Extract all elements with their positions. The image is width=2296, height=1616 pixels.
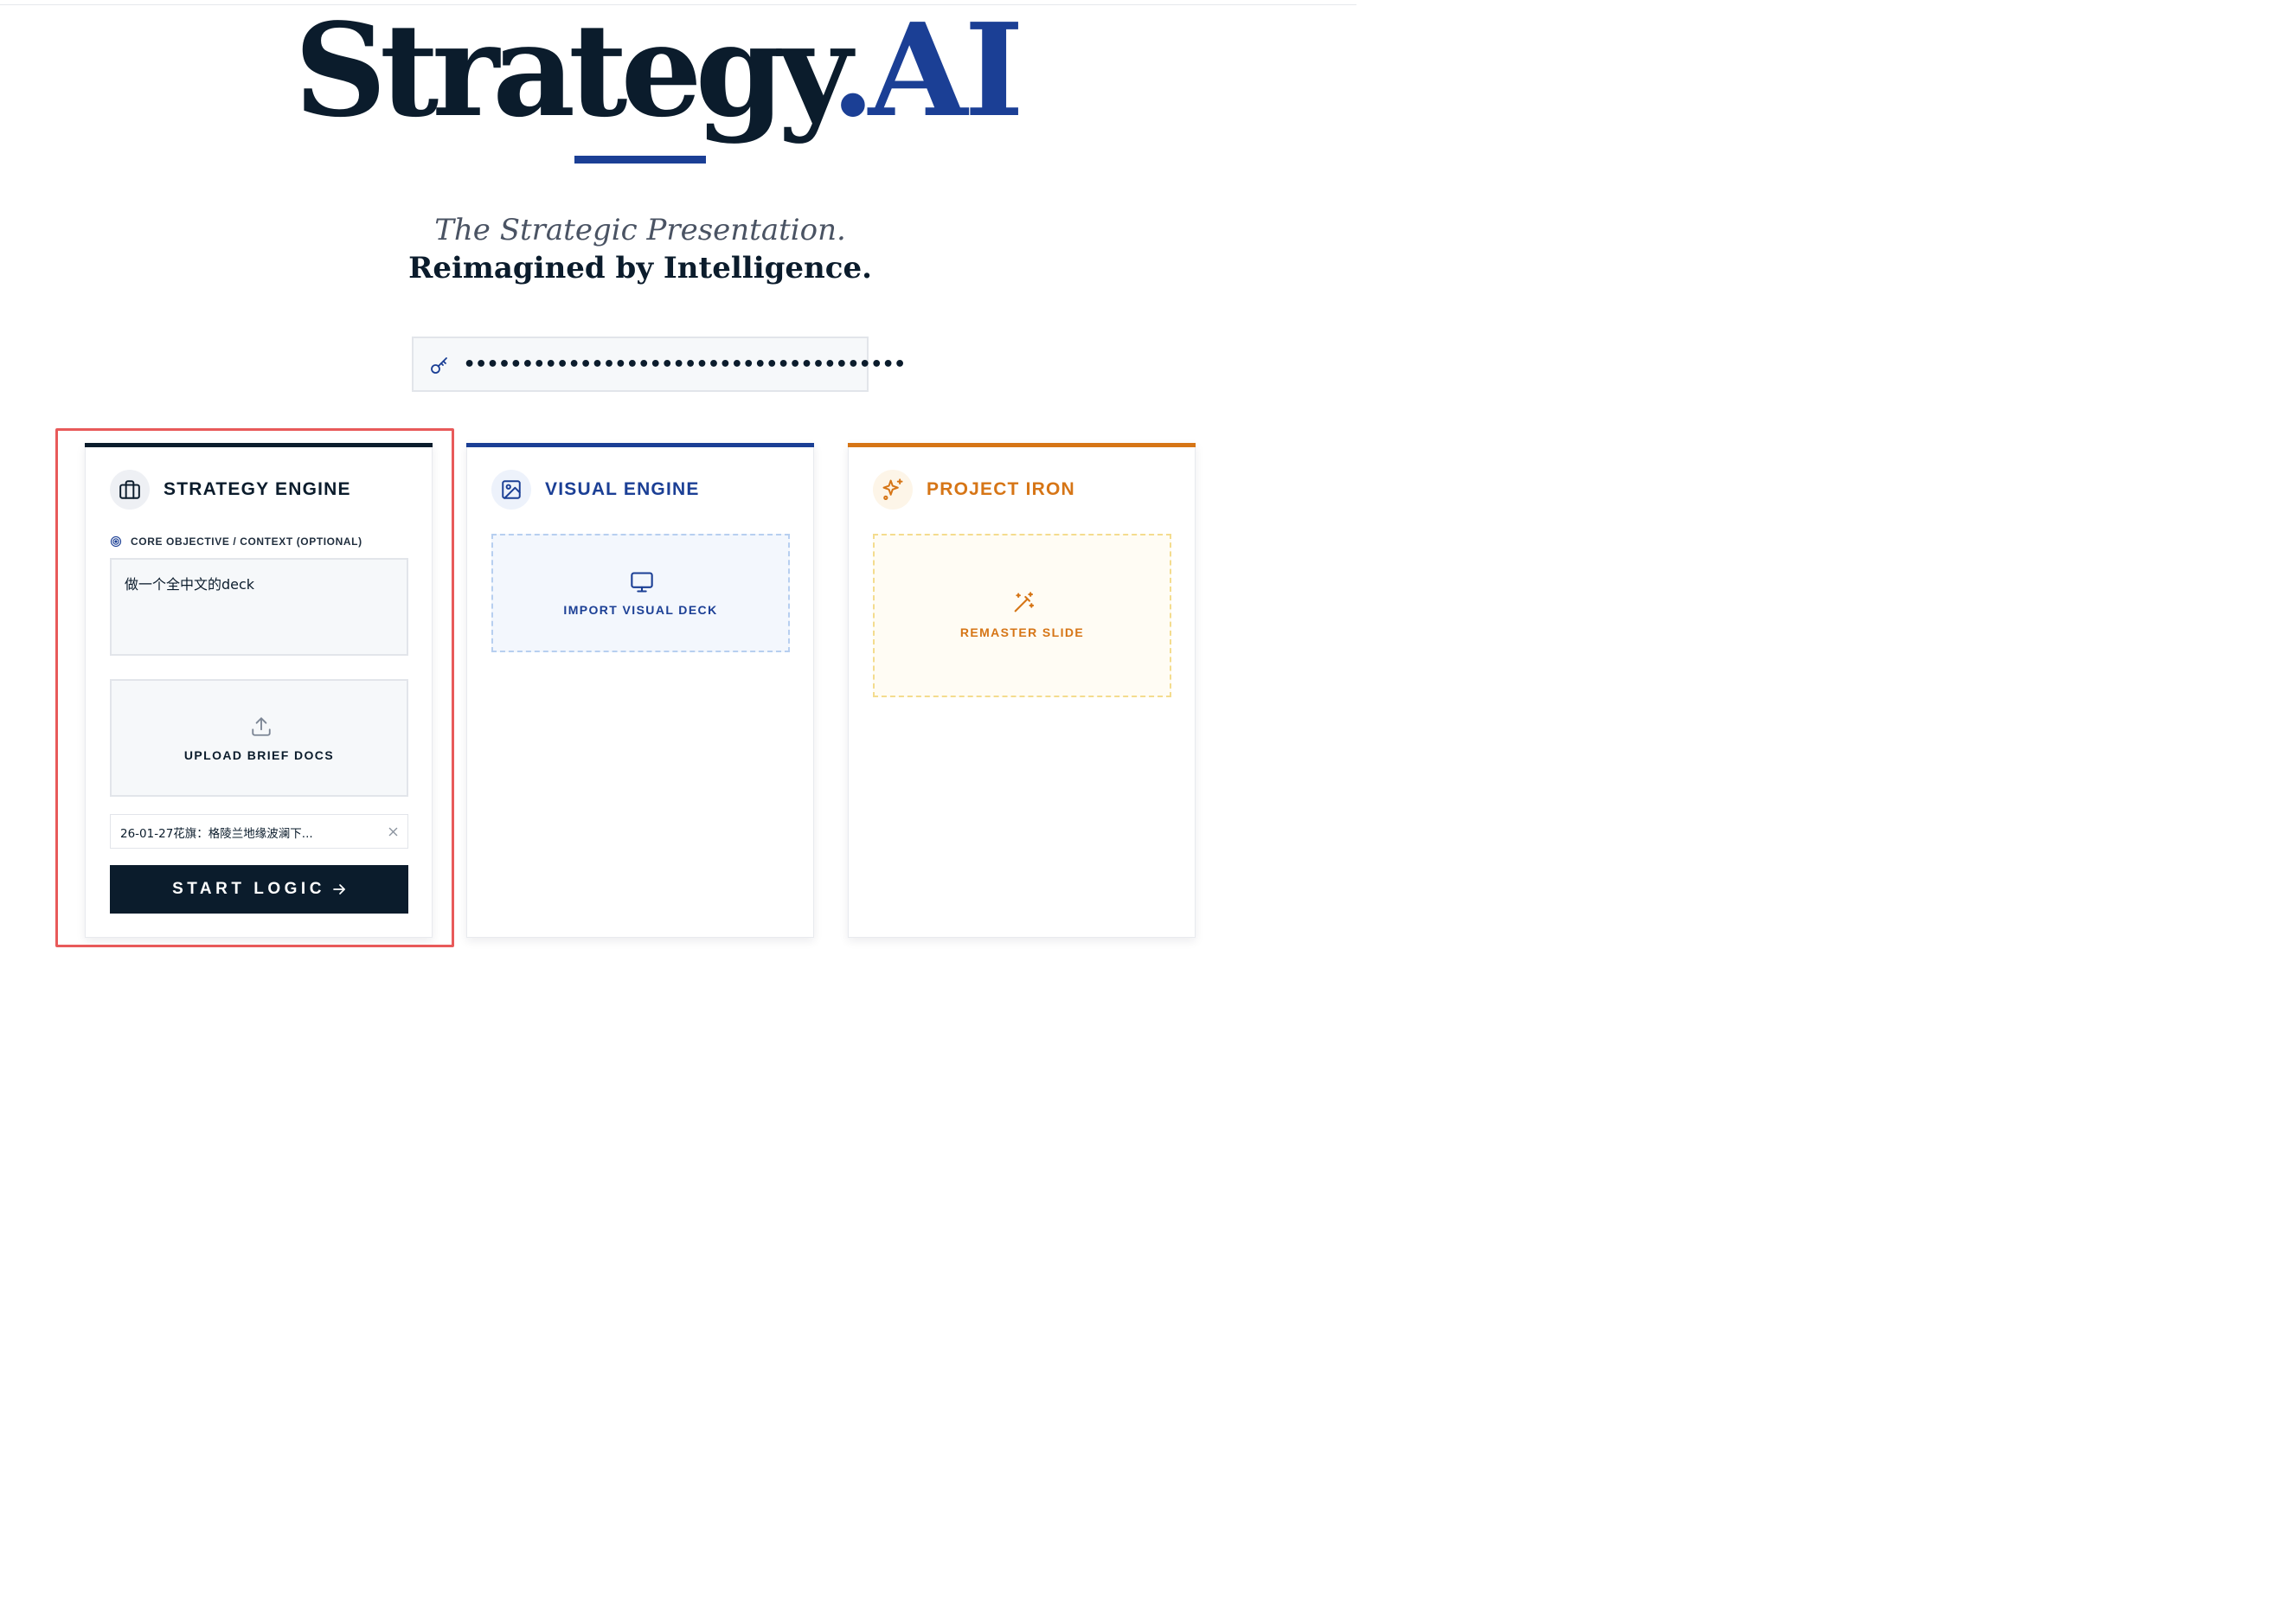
remaster-slide-label: REMASTER SLIDE bbox=[959, 625, 1085, 639]
card-icon-badge bbox=[491, 470, 531, 510]
card-accent-bar bbox=[848, 443, 1196, 447]
card-icon-badge bbox=[873, 470, 913, 510]
card-header: PROJECT IRON bbox=[873, 470, 1075, 510]
brand-suffix: AI bbox=[868, 0, 1024, 145]
brand-name: Strategy bbox=[294, 0, 837, 145]
image-icon bbox=[502, 480, 521, 499]
import-visual-deck-label: IMPORT VISUAL DECK bbox=[563, 603, 718, 617]
project-iron-card: PROJECT IRON REMASTER SLIDE bbox=[848, 443, 1196, 938]
brand-underline bbox=[574, 156, 706, 164]
key-icon bbox=[431, 357, 447, 374]
sparkles-icon bbox=[882, 478, 903, 500]
brand-dot: . bbox=[831, 0, 875, 145]
selection-highlight bbox=[55, 428, 454, 947]
monitor-icon bbox=[631, 572, 653, 593]
visual-engine-card: VISUAL ENGINE IMPORT VISUAL DECK bbox=[466, 443, 814, 938]
remaster-slide-dropzone[interactable]: REMASTER SLIDE bbox=[873, 534, 1171, 697]
brand-logo: Strategy.AI bbox=[294, 0, 1024, 145]
magic-wand-icon bbox=[1014, 592, 1035, 612]
import-visual-deck-dropzone[interactable]: IMPORT VISUAL DECK bbox=[491, 534, 790, 652]
api-key-value: •••••••••••••••••••••••••••••••••••••• bbox=[464, 354, 906, 375]
api-key-input[interactable]: •••••••••••••••••••••••••••••••••••••• bbox=[412, 337, 906, 392]
tagline-line-2: Reimagined by Intelligence. bbox=[408, 251, 872, 285]
card-header: VISUAL ENGINE bbox=[491, 470, 700, 510]
card-accent-bar bbox=[466, 443, 814, 447]
tagline-line-1: The Strategic Presentation. bbox=[434, 213, 846, 247]
card-title: PROJECT IRON bbox=[927, 479, 1075, 499]
card-title: VISUAL ENGINE bbox=[545, 479, 700, 499]
